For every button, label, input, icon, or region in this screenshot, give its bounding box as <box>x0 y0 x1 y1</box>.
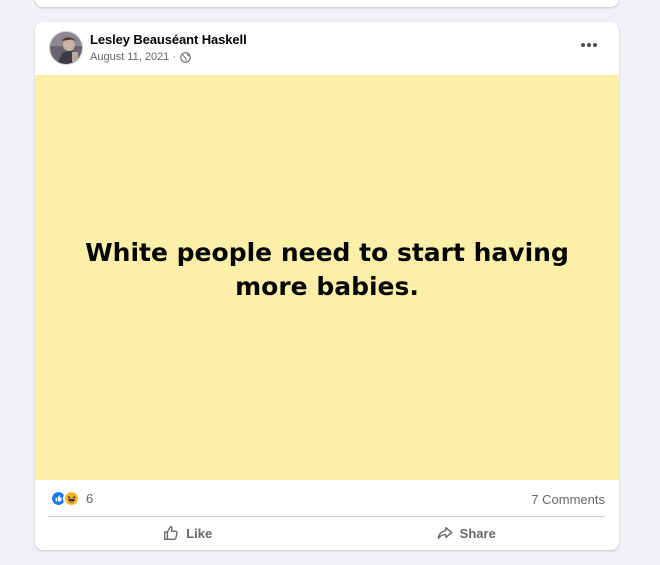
meta-separator: · <box>172 51 176 63</box>
author-name[interactable]: Lesley Beauséant Haskell <box>90 32 247 47</box>
actions-divider <box>48 516 605 517</box>
post-text: White people need to start having more b… <box>85 237 569 301</box>
thumbs-up-icon <box>164 526 178 540</box>
avatar[interactable] <box>49 31 83 65</box>
haha-reaction-icon <box>63 490 80 507</box>
like-button[interactable]: Like <box>48 518 327 548</box>
more-dot-icon <box>593 43 597 47</box>
post-stats: 6 7 Comments <box>35 480 619 516</box>
avatar-image <box>50 32 82 64</box>
previous-post-card <box>35 0 619 7</box>
post-meta: August 11, 2021 · <box>90 51 191 63</box>
more-options-button[interactable] <box>575 34 603 56</box>
reaction-count: 6 <box>86 491 94 506</box>
more-dot-icon <box>587 43 591 47</box>
like-label: Like <box>186 525 213 541</box>
post-date[interactable]: August 11, 2021 <box>90 51 169 63</box>
share-arrow-icon <box>437 526 453 540</box>
share-label: Share <box>459 525 496 541</box>
reactions-summary[interactable]: 6 <box>50 490 93 507</box>
post-card: Lesley Beauséant Haskell August 11, 2021… <box>35 22 619 550</box>
post-actions: Like Share <box>48 518 605 548</box>
post-header: Lesley Beauséant Haskell August 11, 2021… <box>35 22 619 75</box>
share-button[interactable]: Share <box>327 518 606 548</box>
globe-icon[interactable] <box>180 51 191 63</box>
more-dot-icon <box>581 43 585 47</box>
post-background: White people need to start having more b… <box>35 75 619 480</box>
comments-count-link[interactable]: 7 Comments <box>531 492 605 507</box>
